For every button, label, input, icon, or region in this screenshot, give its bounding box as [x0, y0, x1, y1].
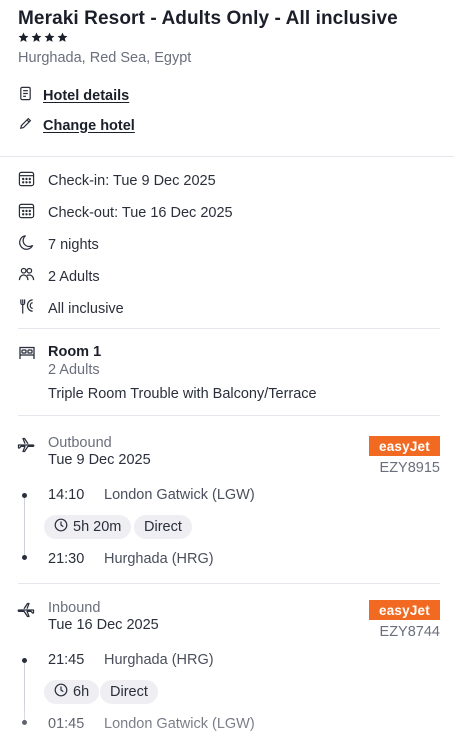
cutlery-icon: [18, 298, 35, 319]
stops-text: Direct: [110, 684, 148, 700]
inbound-arrive-airport: London Gatwick (LGW): [104, 716, 255, 732]
stops-chip: Direct: [100, 680, 158, 704]
divider: [18, 328, 440, 329]
inbound-arrive-time: 01:45: [48, 716, 85, 732]
timeline-dot: [22, 658, 27, 663]
duration-chip: 6h: [44, 680, 100, 704]
room-guests: 2 Adults: [48, 362, 100, 378]
inbound-label: Inbound: [48, 600, 101, 616]
outbound-arrive-airport: Hurghada (HRG): [104, 551, 214, 567]
calendar-icon: [18, 170, 35, 191]
outbound-date: Tue 9 Dec 2025: [48, 452, 151, 468]
plane-arrival-icon: [17, 601, 35, 624]
inbound-date: Tue 16 Dec 2025: [48, 617, 159, 633]
clock-icon: [54, 683, 68, 701]
duration-text: 5h 20m: [73, 519, 122, 535]
divider: [0, 156, 454, 157]
checkout-text: Check-out: Tue 16 Dec 2025: [48, 204, 233, 221]
star-icon: [57, 30, 68, 48]
inbound-flight-code: EZY8744: [379, 624, 440, 640]
outbound-flight-code: EZY8915: [379, 460, 440, 476]
guests-row: 2 Adults: [18, 266, 100, 287]
checkin-row: Check-in: Tue 9 Dec 2025: [18, 170, 216, 191]
stops-text: Direct: [144, 519, 182, 535]
people-icon: [18, 266, 35, 287]
nights-text: 7 nights: [48, 236, 99, 253]
calendar-icon: [18, 202, 35, 223]
inbound-depart-time: 21:45: [48, 652, 85, 668]
stops-chip: Direct: [134, 515, 192, 539]
board-text: All inclusive: [48, 300, 124, 317]
star-rating: [18, 30, 68, 48]
guests-text: 2 Adults: [48, 268, 100, 285]
timeline-dot: [22, 720, 27, 725]
timeline-line: [24, 497, 25, 555]
checkin-text: Check-in: Tue 9 Dec 2025: [48, 172, 216, 189]
document-icon: [18, 86, 33, 105]
hotel-name: Meraki Resort - Adults Only - All inclus…: [18, 8, 398, 29]
outbound-label: Outbound: [48, 435, 112, 451]
airline-logo: easyJet: [369, 600, 440, 620]
board-row: All inclusive: [18, 298, 124, 319]
bed-icon: [18, 344, 36, 367]
divider: [18, 583, 440, 584]
moon-icon: [18, 234, 35, 255]
star-icon: [44, 30, 55, 48]
inbound-depart-airport: Hurghada (HRG): [104, 652, 214, 668]
divider: [18, 415, 440, 416]
change-hotel-link[interactable]: Change hotel: [18, 116, 135, 135]
room-title: Room 1: [48, 344, 102, 360]
outbound-arrive-time: 21:30: [48, 551, 85, 567]
pencil-icon: [18, 116, 33, 135]
star-icon: [18, 30, 29, 48]
outbound-depart-time: 14:10: [48, 487, 85, 503]
checkout-row: Check-out: Tue 16 Dec 2025: [18, 202, 233, 223]
clock-icon: [54, 518, 68, 536]
plane-departure-icon: [17, 436, 35, 459]
duration-text: 6h: [73, 684, 90, 700]
nights-row: 7 nights: [18, 234, 99, 255]
star-icon: [31, 30, 42, 48]
timeline-dot: [22, 493, 27, 498]
timeline-line: [24, 662, 25, 720]
timeline-dot: [22, 555, 27, 560]
hotel-location: Hurghada, Red Sea, Egypt: [18, 50, 192, 66]
duration-chip: 5h 20m: [44, 515, 132, 539]
airline-logo: easyJet: [369, 436, 440, 456]
room-type: Triple Room Trouble with Balcony/Terrace: [48, 386, 317, 402]
change-hotel-label[interactable]: Change hotel: [43, 118, 135, 134]
hotel-details-label[interactable]: Hotel details: [43, 88, 129, 104]
outbound-depart-airport: London Gatwick (LGW): [104, 487, 255, 503]
hotel-details-link[interactable]: Hotel details: [18, 86, 129, 105]
